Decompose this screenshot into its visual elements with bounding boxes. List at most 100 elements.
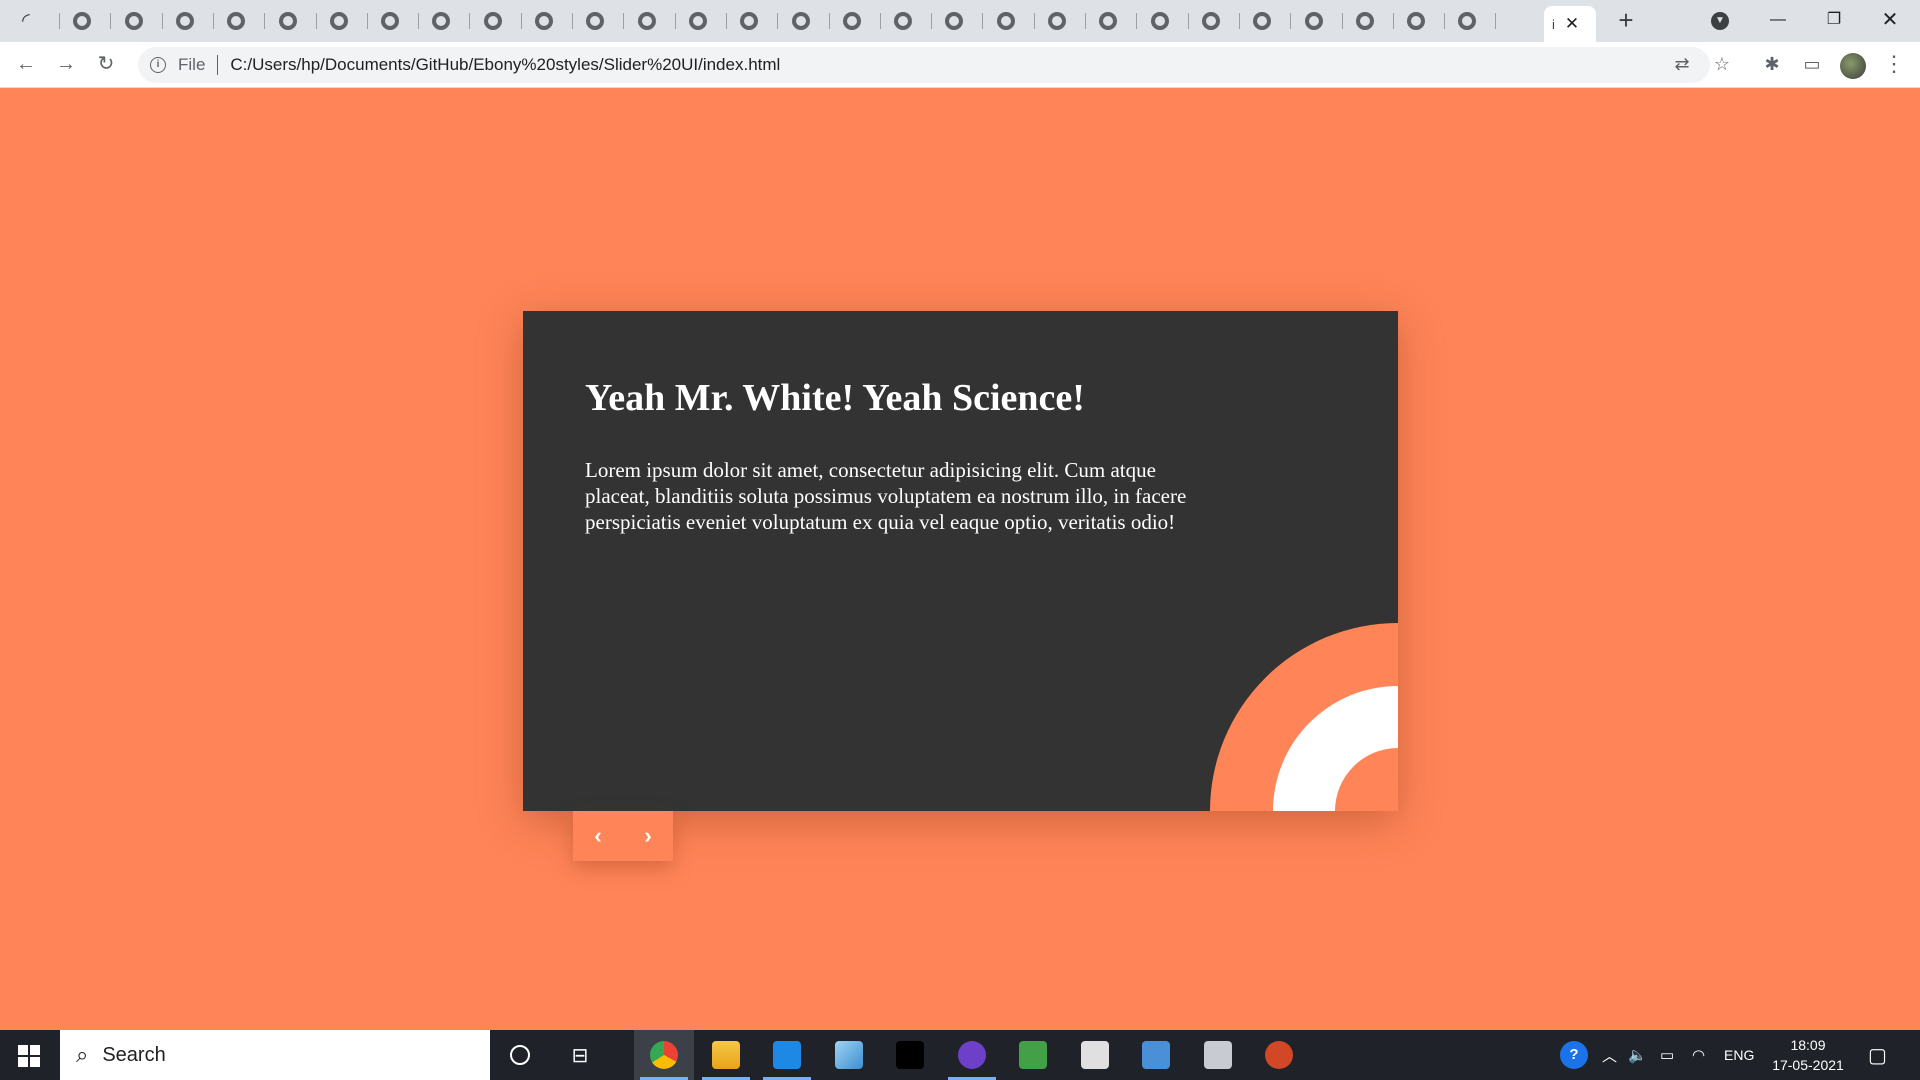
browser-tab[interactable] (63, 8, 112, 34)
globe-icon (227, 12, 246, 30)
info-icon[interactable]: i (150, 57, 166, 73)
globe-icon (688, 12, 707, 30)
cortana-icon[interactable] (490, 1030, 550, 1080)
globe-icon (1407, 12, 1426, 30)
browser-tab[interactable] (217, 8, 266, 34)
task-view-icon[interactable]: ⊟ (550, 1030, 610, 1080)
browser-tab[interactable] (1397, 8, 1446, 34)
tab-separator (59, 13, 60, 29)
browser-tab[interactable] (422, 8, 471, 34)
browser-tab[interactable] (1295, 8, 1343, 34)
tab-separator (315, 13, 317, 29)
browser-tab[interactable] (628, 8, 676, 34)
globe-icon (432, 12, 451, 30)
vscode-taskbar-button[interactable] (757, 1030, 817, 1080)
reload-button[interactable]: ↻ (90, 48, 122, 80)
file-explorer-taskbar-button[interactable] (696, 1030, 756, 1080)
close-window-button[interactable]: ✕ (1862, 0, 1918, 40)
menu-icon[interactable]: ⋮ (1878, 48, 1910, 80)
remote-desktop-taskbar-button[interactable] (1126, 1030, 1186, 1080)
extensions-icon[interactable]: ✱ (1756, 48, 1788, 80)
github-desktop-taskbar-button[interactable] (942, 1030, 1002, 1080)
tab-separator (572, 13, 573, 29)
wifi-icon[interactable]: ◠ (1692, 1030, 1705, 1080)
globe-icon (740, 12, 759, 30)
notepad-taskbar-button[interactable] (819, 1030, 879, 1080)
browser-tab[interactable] (1346, 8, 1394, 34)
active-tab[interactable]: i ✕ (1544, 6, 1596, 42)
tab-separator (1187, 13, 1189, 29)
browser-tab[interactable] (833, 8, 881, 34)
notepad-icon (834, 1041, 863, 1069)
tab-search-icon[interactable]: ▼ (1711, 12, 1729, 30)
url-text[interactable]: C:/Users/hp/Documents/GitHub/Ebony%20sty… (230, 55, 780, 75)
browser-tab[interactable] (884, 8, 933, 34)
browser-tab[interactable] (1141, 8, 1189, 34)
browser-tab[interactable] (1192, 8, 1240, 34)
browser-tab[interactable] (166, 8, 214, 34)
browser-tab[interactable] (474, 8, 522, 34)
browser-tab[interactable]: ◜ (12, 8, 60, 34)
minimize-button[interactable]: — (1750, 0, 1806, 40)
browser-tab[interactable] (987, 8, 1035, 34)
taskbar-search[interactable]: ⌕ Search (60, 1030, 490, 1080)
clock[interactable]: 18:09 17-05-2021 (1760, 1035, 1856, 1075)
photos-icon (1203, 1041, 1232, 1069)
back-button[interactable]: ← (10, 48, 42, 80)
browser-tab[interactable] (679, 8, 727, 34)
tab-strip: ◜ i ✕ + ▼ — ❐ ✕ (0, 0, 1920, 42)
browser-tab[interactable] (782, 8, 830, 34)
globe-icon (1458, 12, 1477, 30)
tab-separator (725, 13, 727, 29)
browser-tab[interactable] (525, 8, 573, 34)
volume-icon[interactable]: 🔈 (1628, 1030, 1647, 1080)
calculator-taskbar-button[interactable] (1065, 1030, 1125, 1080)
browser-tab[interactable] (1243, 8, 1292, 34)
battery-icon[interactable]: ▭ (1660, 1030, 1674, 1080)
new-tab-button[interactable]: + (1612, 6, 1640, 34)
chrome-taskbar-button[interactable] (634, 1030, 694, 1080)
globe-icon (1048, 12, 1066, 30)
powerpoint-icon (1265, 1041, 1293, 1069)
cast-icon[interactable]: ▭ (1796, 48, 1828, 80)
translate-icon[interactable]: ⇄ (1666, 48, 1698, 80)
tray-chevron-icon[interactable]: ︿ (1602, 1030, 1617, 1080)
globe-icon (329, 12, 348, 30)
globe-icon (842, 12, 861, 30)
taskbar: ⌕ Search ⊟ ? ︿ 🔈 ▭ ◠ ENG 18:09 17-05-202… (0, 1030, 1920, 1080)
tab-separator (931, 13, 933, 29)
globe-icon (1355, 12, 1374, 30)
browser-tab[interactable] (1038, 8, 1086, 34)
language-indicator[interactable]: ENG (1724, 1030, 1754, 1080)
browser-tab[interactable] (1448, 8, 1497, 34)
bookmark-star-icon[interactable]: ☆ (1706, 48, 1738, 80)
browser-tab[interactable] (576, 8, 625, 34)
tab-separator (1136, 13, 1138, 29)
terminal-taskbar-button[interactable] (880, 1030, 940, 1080)
nodejs-icon (1019, 1041, 1047, 1069)
browser-tab[interactable] (371, 8, 420, 34)
powerpoint-taskbar-button[interactable] (1249, 1030, 1309, 1080)
nodejs-taskbar-button[interactable] (1003, 1030, 1063, 1080)
close-tab-icon[interactable]: ✕ (1565, 14, 1579, 34)
address-bar[interactable]: i File C:/Users/hp/Documents/GitHub/Ebon… (138, 47, 1710, 83)
windows-start-icon[interactable] (18, 1045, 40, 1067)
profile-avatar[interactable] (1840, 53, 1866, 79)
browser-tab[interactable] (320, 8, 368, 34)
browser-tab[interactable] (115, 8, 163, 34)
globe-icon (124, 12, 143, 30)
browser-tab[interactable] (1089, 8, 1138, 34)
notifications-icon[interactable]: ▢ (1868, 1030, 1887, 1080)
next-slide-button[interactable]: › (623, 811, 673, 861)
clock-date: 17-05-2021 (1772, 1057, 1844, 1073)
forward-button[interactable]: → (50, 48, 82, 80)
browser-tab[interactable] (935, 8, 984, 34)
photos-taskbar-button[interactable] (1188, 1030, 1248, 1080)
restore-button[interactable]: ❐ (1806, 0, 1862, 40)
help-icon[interactable]: ? (1560, 1030, 1588, 1080)
prev-slide-button[interactable]: ‹ (573, 811, 623, 861)
globe-icon (535, 12, 553, 30)
browser-tab[interactable] (269, 8, 317, 34)
globe-icon (483, 12, 502, 30)
browser-tab[interactable] (730, 8, 779, 34)
